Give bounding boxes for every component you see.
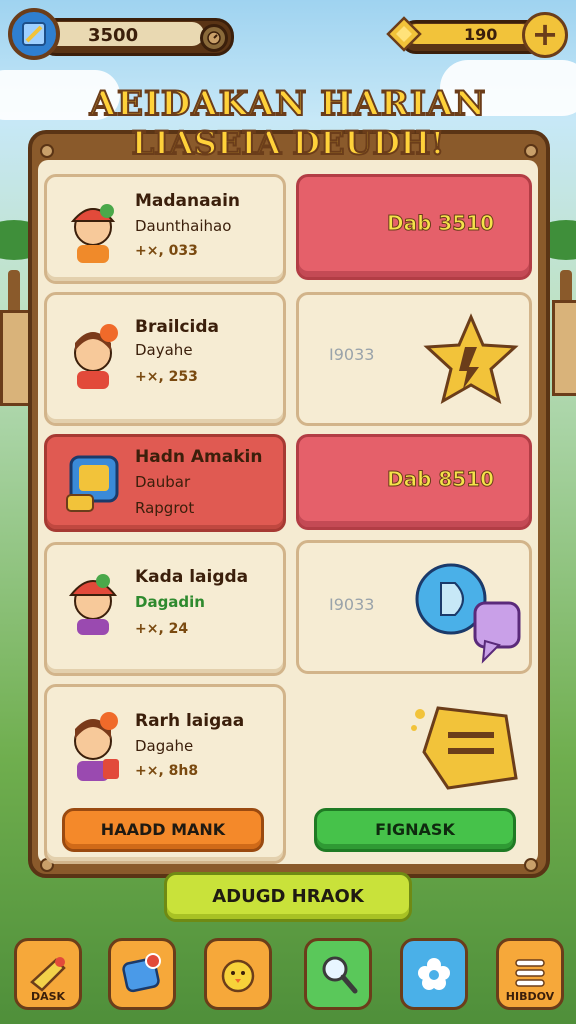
task-name: Rarh laigaa [135,711,245,731]
task-name: Brailcida [135,317,220,337]
nav-button-horn[interactable]: DASK [14,938,82,1010]
reward-slot[interactable]: I9033 [296,292,532,426]
task-reward: +×, 033 [135,243,198,259]
nav-button-chick[interactable] [204,938,272,1010]
task-reward: +×, 8h8 [135,763,199,779]
menu-icon [515,959,545,987]
task-name: Hadn Amakin [135,447,263,467]
task-reward: +×, 253 [135,369,198,385]
house [552,300,576,396]
tablet-icon [63,451,123,521]
nav-button-flower[interactable] [400,938,468,1010]
task-card[interactable]: Brailcida Dayahe +×, 253 [44,292,286,426]
avatar [63,321,123,391]
claim-button[interactable]: Dab 3510 [296,174,532,280]
claim-label: Dab 3510 [386,211,495,236]
page-subtitle: LIASEIA DEUDH! [131,123,446,163]
task-subtitle: Daubar [135,473,191,491]
page-title: AEIDAKAN HARIAN [89,83,487,125]
claim-label: Dab 8510 [386,467,495,492]
reward-code: I9033 [329,595,375,614]
gold-badge-icon [411,706,518,790]
timer-icon[interactable] [200,24,228,52]
chick-icon [221,959,255,993]
claim-button[interactable]: Dab 8510 [296,434,532,530]
magnifier-icon [322,956,358,994]
nail [524,858,538,872]
coin-counter: 3500 [8,8,234,60]
task-subtitle: Dagadin [135,593,205,611]
task-subtitle: Daunthaihao [135,217,232,235]
nav-label: DASK [30,990,66,1003]
nav-button-card[interactable] [108,938,176,1010]
reward-code: I9033 [329,345,375,364]
task-name: Kada laigda [135,567,249,587]
star-badge-icon [423,313,519,405]
flower-icon [418,958,450,990]
lime-action-button[interactable]: ADUGD HRAOK [164,872,412,922]
card-icon [122,953,161,993]
add-gems-button[interactable]: + [522,12,568,58]
avatar [63,195,123,265]
green-action-button[interactable]: FIGNASK [314,808,516,852]
nav-button-search[interactable] [304,938,372,1010]
task-subtitle: Dayahe [135,341,193,359]
gem-value: 190 [464,25,498,44]
avatar [63,567,123,637]
task-card[interactable]: Madanaain Daunthaihao +×, 033 [44,174,286,284]
coin-value: 3500 [88,25,139,46]
nav-button-menu[interactable]: HIBDOV [496,938,564,1010]
orange-action-button[interactable]: HAADD MANK [62,808,264,852]
avatar [63,709,123,781]
gem-icon [384,14,424,54]
task-card[interactable]: Kada laigda Dagadin +×, 24 [44,542,286,676]
task-subtitle: Dagahe [135,737,194,755]
nav-label: HIBDOV [505,990,555,1003]
sword-icon [8,8,60,60]
reward-slot[interactable]: I9033 [296,540,532,674]
gem-counter: 190 + [384,8,570,58]
task-reward: +×, 24 [135,621,189,637]
chat-bubble-icon [415,563,521,664]
task-card[interactable]: Hadn Amakin Daubar Rapgrot [44,434,286,532]
task-subtitle-2: Rapgrot [135,499,195,517]
task-name: Madanaain [135,191,241,211]
reward-slot [296,690,532,800]
